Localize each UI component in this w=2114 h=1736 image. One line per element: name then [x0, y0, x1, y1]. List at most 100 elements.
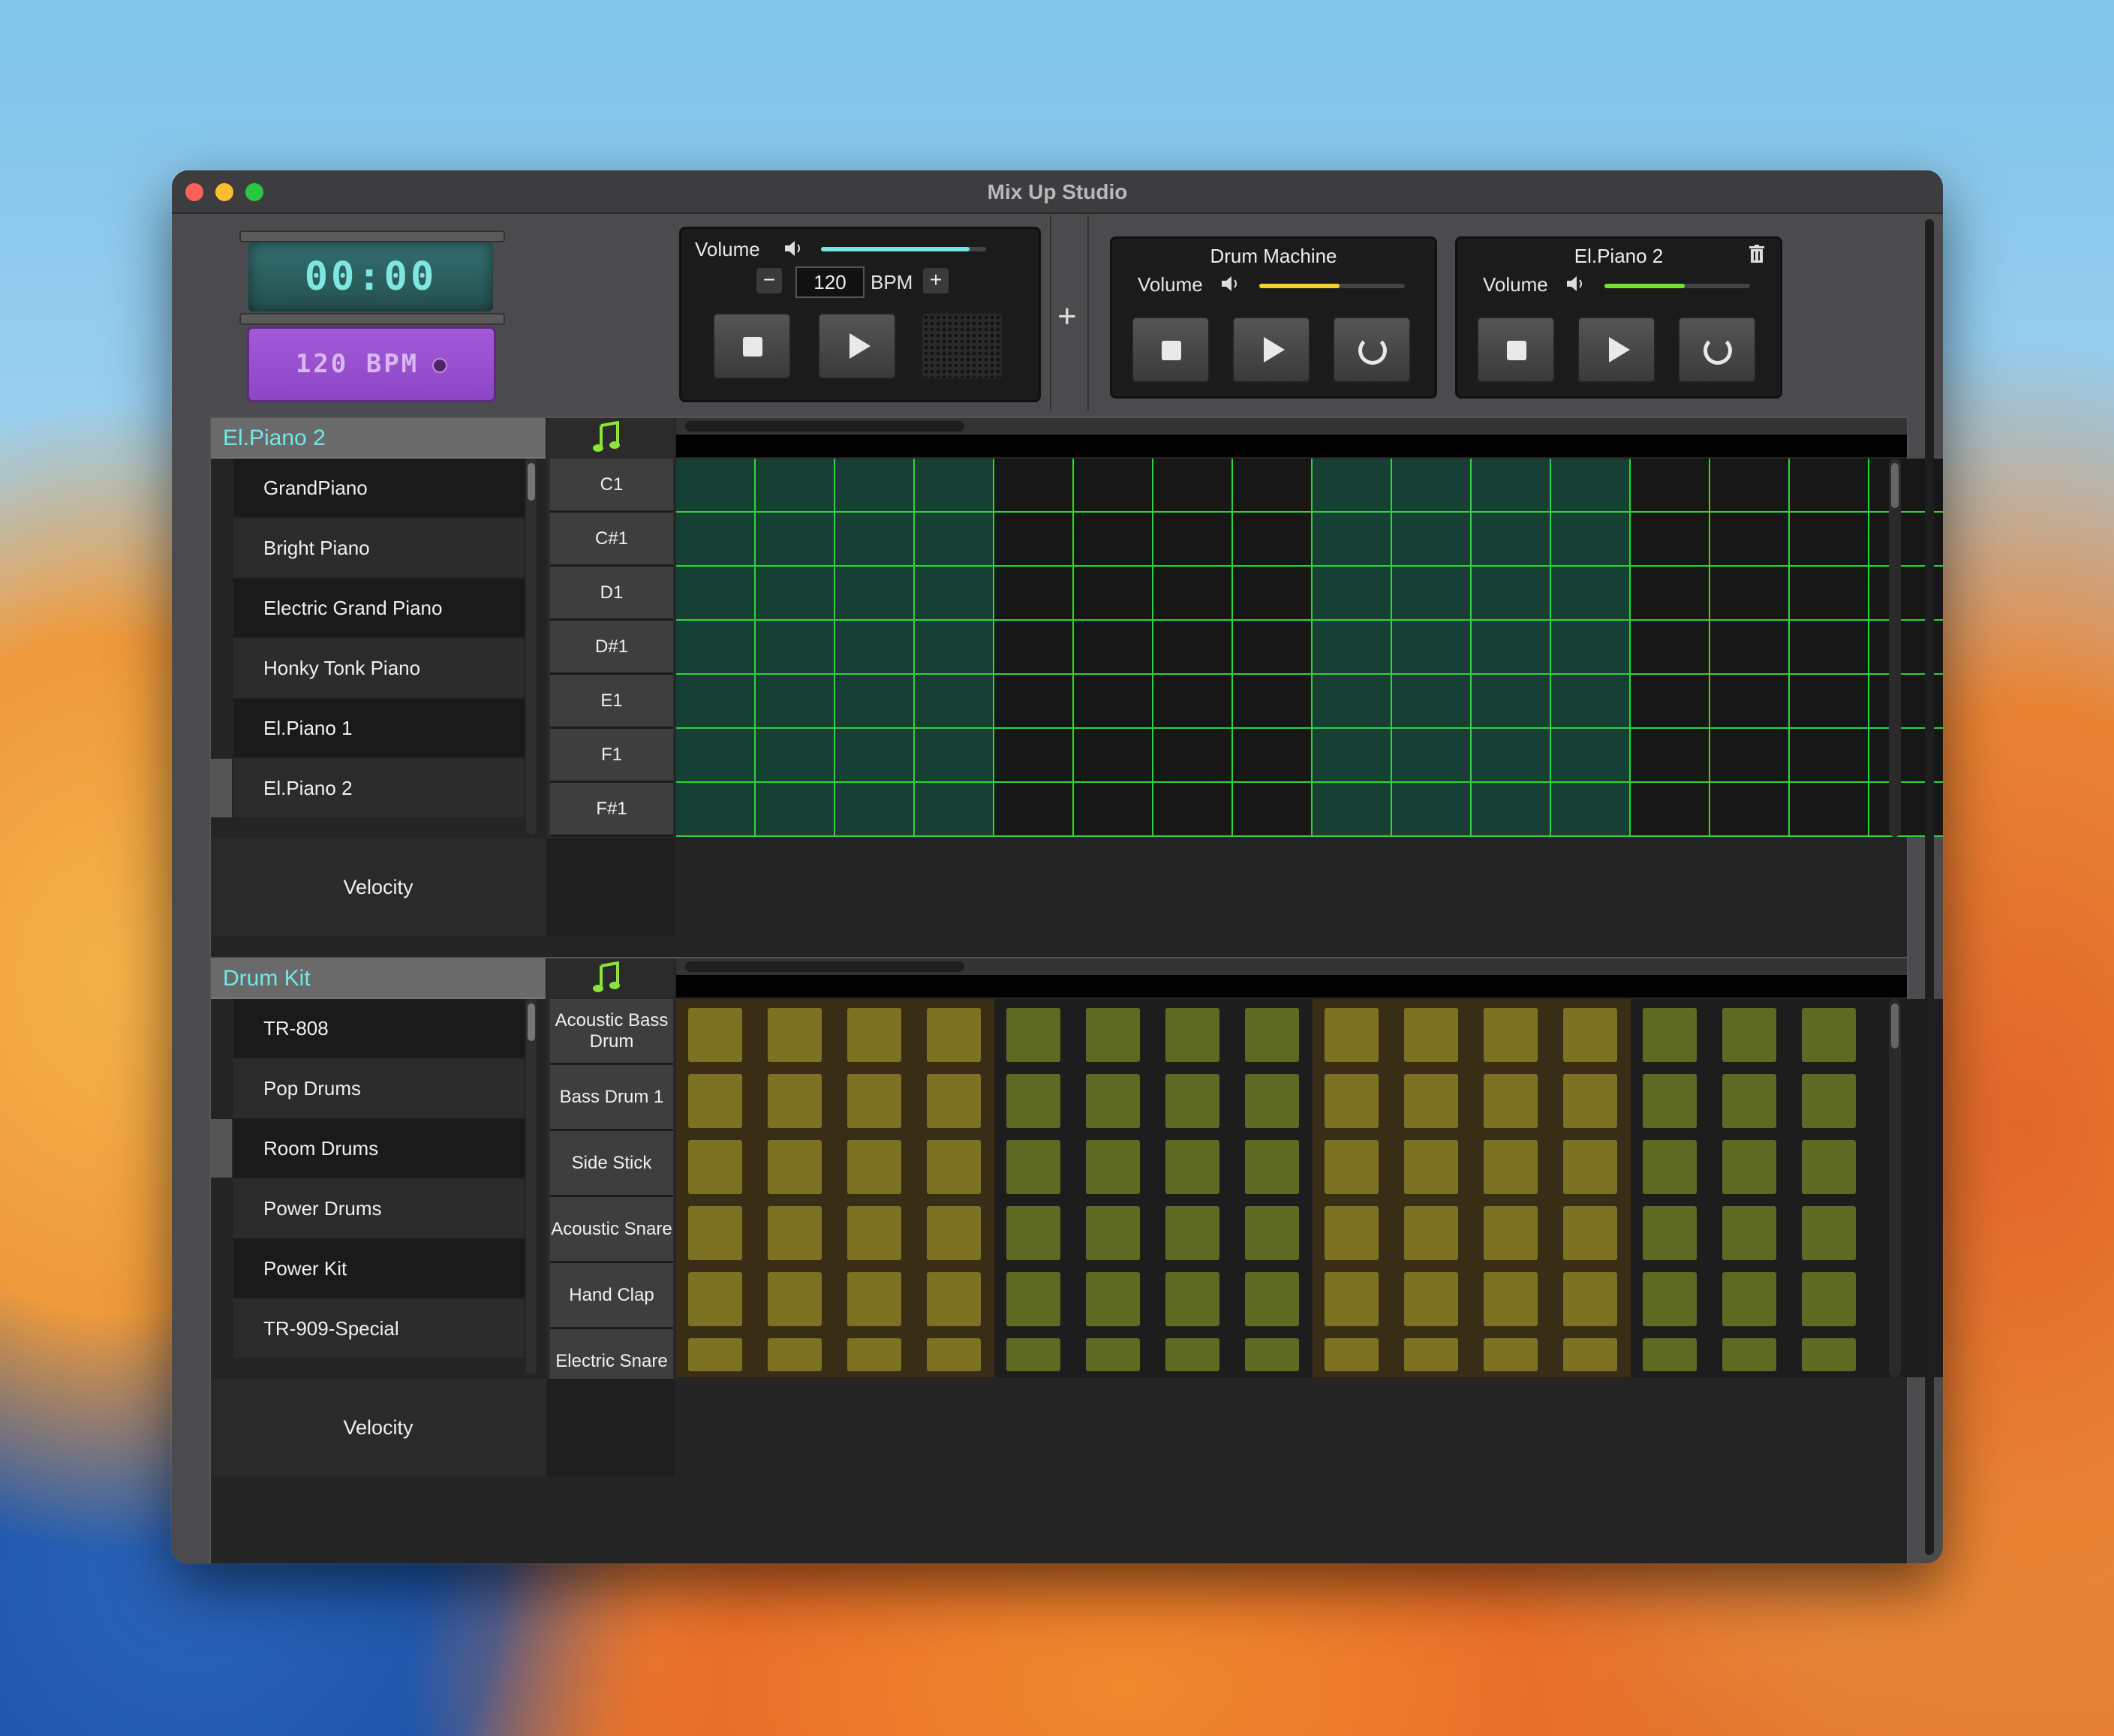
track-volume-slider[interactable]: [1604, 284, 1750, 288]
tempo-button[interactable]: 120 BPM: [247, 326, 496, 402]
drum-pad[interactable]: [1802, 1008, 1856, 1062]
piano-key[interactable]: C1: [550, 459, 673, 513]
track-volume-slider[interactable]: [1259, 284, 1405, 288]
note-cell[interactable]: [915, 459, 994, 513]
note-cell[interactable]: [1074, 783, 1153, 837]
drum-pad[interactable]: [1165, 1074, 1219, 1128]
drum-pad[interactable]: [1484, 1206, 1538, 1260]
note-cell[interactable]: [915, 729, 994, 783]
note-cell[interactable]: [1710, 729, 1790, 783]
note-cell[interactable]: [1153, 459, 1233, 513]
note-cell[interactable]: [1631, 783, 1710, 837]
drum-pad[interactable]: [1802, 1272, 1856, 1326]
drum-pad[interactable]: [847, 1140, 901, 1194]
instrument-list-item[interactable]: TR-909-Special: [233, 1299, 525, 1358]
drum-pad[interactable]: [768, 1206, 822, 1260]
note-cell[interactable]: [1153, 621, 1233, 675]
instrument-list-item[interactable]: Room Drums: [233, 1119, 525, 1178]
note-cell[interactable]: [1631, 567, 1710, 621]
note-cell[interactable]: [676, 783, 756, 837]
note-cell[interactable]: [1472, 621, 1551, 675]
note-cell[interactable]: [1233, 459, 1313, 513]
drum-pad[interactable]: [927, 1272, 981, 1326]
piano-key[interactable]: F#1: [550, 783, 673, 837]
note-cell[interactable]: [1710, 621, 1790, 675]
drum-pad[interactable]: [1245, 1140, 1299, 1194]
note-cell[interactable]: [1153, 567, 1233, 621]
note-cell[interactable]: [1790, 567, 1869, 621]
note-cell[interactable]: [1233, 567, 1313, 621]
note-cell[interactable]: [1790, 459, 1869, 513]
note-cell[interactable]: [1551, 729, 1631, 783]
drum-pad[interactable]: [847, 1008, 901, 1062]
drum-pad[interactable]: [768, 1074, 822, 1128]
bpm-decrease-button[interactable]: −: [756, 268, 782, 293]
drum-sound-label[interactable]: Side Stick: [550, 1131, 673, 1197]
note-cell[interactable]: [756, 459, 835, 513]
drum-pad[interactable]: [1563, 1140, 1617, 1194]
note-cell[interactable]: [756, 675, 835, 729]
note-cell[interactable]: [1153, 729, 1233, 783]
note-cell[interactable]: [835, 513, 915, 567]
drum-pad[interactable]: [1722, 1338, 1776, 1371]
drum-pad[interactable]: [768, 1140, 822, 1194]
drum-pad[interactable]: [1643, 1338, 1697, 1371]
piano-scroll-thumb[interactable]: [685, 421, 964, 432]
note-cell[interactable]: [756, 567, 835, 621]
drum-pad[interactable]: [1484, 1074, 1538, 1128]
drum-pad[interactable]: [927, 1140, 981, 1194]
track-loop-button[interactable]: [1678, 317, 1756, 383]
note-cell[interactable]: [1790, 621, 1869, 675]
piano-velocity-lane[interactable]: [676, 838, 1907, 936]
drum-sound-label[interactable]: Acoustic Bass Drum: [550, 999, 673, 1065]
note-cell[interactable]: [994, 567, 1074, 621]
drum-pad[interactable]: [1325, 1272, 1379, 1326]
note-cell[interactable]: [1313, 567, 1392, 621]
drum-pad[interactable]: [1563, 1074, 1617, 1128]
note-cell[interactable]: [835, 567, 915, 621]
note-cell[interactable]: [1551, 513, 1631, 567]
note-cell[interactable]: [1790, 513, 1869, 567]
note-cell[interactable]: [1313, 729, 1392, 783]
drum-scroll-thumb[interactable]: [685, 961, 964, 972]
drum-pad[interactable]: [1086, 1272, 1140, 1326]
drum-pad[interactable]: [1404, 1272, 1458, 1326]
drum-pad[interactable]: [1722, 1206, 1776, 1260]
note-cell[interactable]: [1472, 513, 1551, 567]
note-cell[interactable]: [1631, 513, 1710, 567]
note-cell[interactable]: [1790, 675, 1869, 729]
drum-pad[interactable]: [927, 1074, 981, 1128]
note-cell[interactable]: [1790, 783, 1869, 837]
instrument-list-item[interactable]: El.Piano 1: [233, 699, 525, 757]
drum-list-scrollbar[interactable]: [526, 999, 537, 1374]
drum-pad[interactable]: [1802, 1140, 1856, 1194]
note-cell[interactable]: [994, 513, 1074, 567]
note-cell[interactable]: [1392, 567, 1472, 621]
note-cell[interactable]: [1551, 621, 1631, 675]
note-cell[interactable]: [994, 729, 1074, 783]
drum-pad[interactable]: [768, 1338, 822, 1371]
drum-pad[interactable]: [688, 1338, 742, 1371]
drum-pad[interactable]: [1563, 1206, 1617, 1260]
drum-pad[interactable]: [1404, 1338, 1458, 1371]
note-cell[interactable]: [1074, 621, 1153, 675]
window-scrollbar[interactable]: [1925, 219, 1934, 1555]
note-cell[interactable]: [676, 621, 756, 675]
drum-pad[interactable]: [1245, 1338, 1299, 1371]
drum-pad[interactable]: [1006, 1338, 1060, 1371]
piano-list-scrollbar[interactable]: [526, 459, 537, 834]
note-cell[interactable]: [1472, 567, 1551, 621]
instrument-list-item[interactable]: El.Piano 2: [233, 759, 525, 817]
note-cell[interactable]: [1472, 783, 1551, 837]
note-cell[interactable]: [1551, 783, 1631, 837]
drum-pad[interactable]: [1165, 1206, 1219, 1260]
note-cell[interactable]: [676, 729, 756, 783]
drum-pad[interactable]: [1165, 1140, 1219, 1194]
drum-pad[interactable]: [1563, 1272, 1617, 1326]
note-cell[interactable]: [1233, 675, 1313, 729]
note-cell[interactable]: [1631, 459, 1710, 513]
delete-track-trash-icon[interactable]: [1749, 245, 1765, 263]
drum-grid-scrollbar[interactable]: [1889, 999, 1901, 1377]
instrument-list-item[interactable]: Honky Tonk Piano: [233, 639, 525, 697]
note-cell[interactable]: [676, 567, 756, 621]
